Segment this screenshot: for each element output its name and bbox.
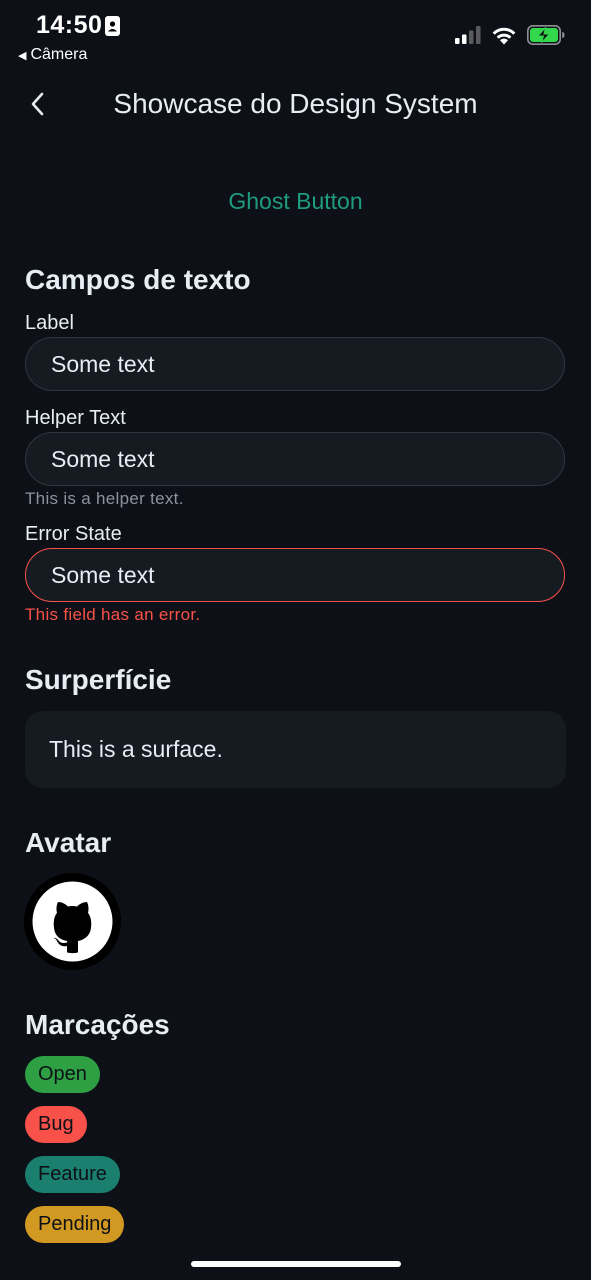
back-button[interactable] [22, 86, 52, 122]
tag-feature: Feature [25, 1156, 120, 1193]
tag-label: Open [38, 1063, 87, 1085]
tag-label: Pending [38, 1213, 112, 1235]
surface-text: This is a surface. [49, 736, 223, 762]
field-label: Error State [25, 523, 122, 545]
tag-pending: Pending [25, 1206, 125, 1243]
status-bar: 14:50 ◀ Câmera [0, 0, 591, 70]
ghost-button[interactable]: Ghost Button [145, 180, 446, 220]
contact-card-icon [105, 16, 120, 36]
error-message: This field has an error. [25, 605, 201, 624]
text-field-helper[interactable]: Some text [25, 432, 565, 486]
back-to-previous-app[interactable]: ◀ Câmera [18, 46, 87, 64]
tag-bug: Bug [25, 1106, 87, 1143]
tag-label: Bug [38, 1113, 74, 1135]
tags-section-title: Marcações [25, 1009, 170, 1040]
surface-section-title: Surperfície [25, 664, 172, 695]
tag-open: Open [25, 1056, 100, 1093]
text-fields-section-title: Campos de texto [25, 264, 251, 295]
wifi-icon [492, 27, 516, 44]
surface-card: This is a surface. [25, 711, 566, 788]
battery-charging-icon [527, 25, 565, 45]
field-label: Helper Text [25, 407, 126, 429]
status-indicators [455, 25, 565, 45]
back-triangle-icon: ◀ [18, 49, 27, 62]
status-time: 14:50 [36, 11, 103, 39]
cellular-signal-icon [455, 26, 481, 44]
field-label: Label [25, 312, 74, 334]
text-field-value: Some text [51, 445, 155, 472]
avatar-section-title: Avatar [25, 827, 112, 858]
home-indicator[interactable] [191, 1261, 401, 1267]
text-field-value: Some text [51, 561, 155, 588]
text-field-error[interactable]: Some text [25, 548, 565, 602]
github-octocat-icon [32, 881, 113, 962]
avatar [24, 873, 121, 970]
tag-label: Feature [38, 1163, 107, 1185]
chevron-left-icon [31, 92, 44, 116]
helper-text: This is a helper text. [25, 489, 184, 508]
text-field-label[interactable]: Some text [25, 337, 565, 391]
page-title: Showcase do Design System [113, 88, 478, 119]
previous-app-label: Câmera [30, 46, 88, 63]
text-field-value: Some text [51, 350, 155, 377]
